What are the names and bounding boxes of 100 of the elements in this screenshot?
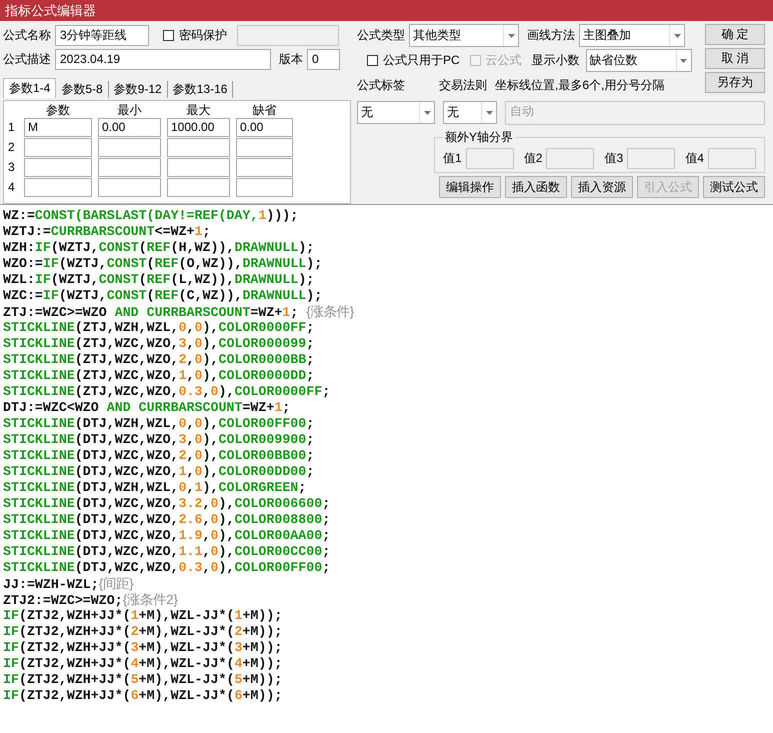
code-line: STICKLINE(ZTJ,WZH,WZL,0,0),COLOR0000FF; — [3, 320, 316, 336]
field-label: 坐标线位置,最多6个,用分号分隔 — [495, 77, 664, 94]
value-field[interactable] — [546, 148, 594, 169]
version-field[interactable]: 0 — [307, 49, 340, 70]
field-label: 值4 — [685, 150, 704, 167]
code-line: WZ:=CONST(BARSLAST(DAY!=REF(DAY,1))); — [3, 208, 300, 224]
default-field[interactable] — [236, 158, 293, 178]
code-line: DTJ:=WZC<WZO AND CURRBARSCOUNT=WZ+1; — [3, 400, 292, 416]
min-field[interactable]: 0.00 — [98, 118, 161, 138]
max-field[interactable]: 1000.00 — [167, 118, 230, 138]
max-field[interactable] — [167, 138, 230, 158]
tab[interactable]: 参数13-16 — [168, 81, 234, 98]
dropdown[interactable]: 其他类型 — [409, 24, 519, 47]
dialog-button[interactable]: 确 定 — [705, 24, 765, 45]
action-button[interactable]: 插入函数 — [505, 176, 567, 198]
dropdown-arrow-icon[interactable] — [680, 58, 688, 62]
field-label: 值3 — [604, 150, 624, 167]
name-field[interactable]: 3分钟等距线 — [55, 24, 149, 46]
dropdown-arrow-icon[interactable] — [674, 34, 680, 38]
code-line: STICKLINE(ZTJ,WZC,WZO,2,0),COLOR0000BB; — [3, 352, 316, 368]
default-field[interactable] — [236, 178, 293, 198]
dropdown-arrow-icon[interactable] — [424, 110, 430, 114]
group-title: 额外Y轴分界 — [444, 129, 514, 146]
code-line: JJ:=WZH-WZL;{间距} — [3, 576, 135, 592]
field-label: 交易法则 — [439, 77, 487, 94]
checkbox-label: 公式只用于PC — [383, 52, 460, 69]
field-label: 公式标签 — [357, 77, 405, 94]
code-line: STICKLINE(DTJ,WZC,WZO,1.9,0),COLOR00AA00; — [3, 528, 332, 544]
default-field[interactable] — [236, 138, 293, 158]
column-header: 最大 — [186, 103, 212, 118]
description-field[interactable]: 2023.04.19 — [55, 49, 271, 70]
param-name-field[interactable] — [24, 178, 92, 198]
code-line: IF(ZTJ2,WZH+JJ*(6+M),WZL-JJ*(6+M)); — [3, 688, 284, 704]
tab[interactable]: 参数9-12 — [108, 81, 168, 98]
checkbox[interactable] — [163, 30, 174, 41]
code-line: STICKLINE(ZTJ,WZC,WZO,1,0),COLOR0000DD; — [3, 368, 316, 384]
code-line: ZTJ2:=WZC>=WZO;{涨条件2} — [3, 592, 179, 608]
code-line: ZTJ:=WZC>=WZO AND CURRBARSCOUNT=WZ+1; {涨条件} — [3, 304, 356, 320]
code-line: STICKLINE(DTJ,WZC,WZO,0.3,0),COLOR00FF00; — [3, 560, 332, 576]
field-label: 公式名称 — [3, 26, 51, 44]
tab[interactable]: 参数5-8 — [56, 81, 109, 98]
code-line: WZC:=IF(WZTJ,CONST(REF(C,WZ)),DRAWNULL); — [3, 288, 324, 304]
field-label: 值2 — [524, 150, 542, 167]
min-field[interactable] — [98, 158, 161, 178]
field-label: 画线方法 — [527, 27, 575, 44]
param-name-field[interactable]: M — [24, 118, 92, 138]
code-line: STICKLINE(DTJ,WZC,WZO,3.2,0),COLOR006600; — [3, 496, 332, 512]
code-line: STICKLINE(DTJ,WZC,WZO,1.1,0),COLOR00CC00; — [3, 544, 332, 560]
code-editor[interactable] — [0, 204, 773, 733]
code-line: STICKLINE(DTJ,WZH,WZL,0,0),COLOR00FF00; — [3, 416, 316, 432]
dropdown[interactable]: 无 — [357, 101, 435, 124]
password-field[interactable] — [237, 24, 339, 46]
window-title: 指标公式编辑器 — [0, 0, 773, 21]
code-line: WZL:IF(WZTJ,CONST(REF(L,WZ)),DRAWNULL); — [3, 272, 316, 288]
code-line: WZO:=IF(WZTJ,CONST(REF(O,WZ)),DRAWNULL); — [3, 256, 324, 272]
action-button[interactable]: 测试公式 — [703, 176, 765, 198]
value-field[interactable] — [466, 148, 514, 169]
action-button[interactable]: 插入资源 — [571, 176, 633, 198]
checkbox-label: 密码保护 — [179, 26, 227, 44]
param-name-field[interactable] — [24, 138, 92, 158]
row-number: 2 — [8, 139, 16, 156]
min-field[interactable] — [98, 138, 161, 158]
code-line: IF(ZTJ2,WZH+JJ*(4+M),WZL-JJ*(4+M)); — [3, 656, 284, 672]
code-line: WZH:IF(WZTJ,CONST(REF(H,WZ)),DRAWNULL); — [3, 240, 316, 256]
field-label: 公式描述 — [3, 51, 51, 68]
code-line: IF(ZTJ2,WZH+JJ*(2+M),WZL-JJ*(2+M)); — [3, 624, 284, 640]
field-label: 版本 — [279, 51, 303, 68]
default-field[interactable]: 0.00 — [236, 118, 293, 138]
code-line: WZTJ:=CURRBARSCOUNT<=WZ+1; — [3, 224, 212, 240]
dropdown[interactable]: 缺省位数 — [586, 49, 692, 72]
min-field[interactable] — [98, 178, 161, 198]
column-header: 缺省 — [252, 103, 278, 118]
column-header: 参数 — [45, 103, 71, 118]
dialog-button[interactable]: 取 消 — [705, 48, 765, 69]
code-line: STICKLINE(DTJ,WZC,WZO,3,0),COLOR009900; — [3, 432, 316, 448]
dropdown-arrow-icon[interactable] — [486, 110, 492, 114]
checkbox-label: 云公式 — [486, 52, 522, 69]
row-number: 4 — [8, 179, 16, 196]
field-label: 公式类型 — [357, 27, 405, 44]
row-number: 1 — [8, 119, 16, 136]
code-line: STICKLINE(DTJ,WZC,WZO,2,0),COLOR00BB00; — [3, 448, 316, 464]
field-label: 值1 — [443, 150, 462, 167]
code-line: STICKLINE(DTJ,WZC,WZO,1,0),COLOR00DD00; — [3, 464, 316, 480]
checkbox[interactable] — [367, 55, 378, 66]
code-line: IF(ZTJ2,WZH+JJ*(1+M),WZL-JJ*(1+M)); — [3, 608, 284, 624]
max-field[interactable] — [167, 158, 230, 178]
tab[interactable]: 参数1-4 — [3, 78, 56, 98]
dropdown[interactable]: 主图叠加 — [579, 24, 685, 47]
code-line: STICKLINE(DTJ,WZH,WZL,0,1),COLORGREEN; — [3, 480, 308, 496]
param-name-field[interactable] — [24, 158, 92, 178]
row-number: 3 — [8, 159, 16, 176]
dropdown-arrow-icon[interactable] — [508, 34, 514, 38]
max-field[interactable] — [167, 178, 230, 198]
code-line: STICKLINE(DTJ,WZC,WZO,2.6,0),COLOR008800; — [3, 512, 332, 528]
value-field[interactable] — [708, 148, 756, 169]
column-header: 最小 — [116, 103, 142, 118]
dropdown[interactable]: 无 — [443, 101, 497, 124]
action-button[interactable]: 编辑操作 — [439, 176, 501, 198]
value-field[interactable] — [627, 148, 676, 169]
dialog-button[interactable]: 另存为 — [705, 72, 765, 93]
